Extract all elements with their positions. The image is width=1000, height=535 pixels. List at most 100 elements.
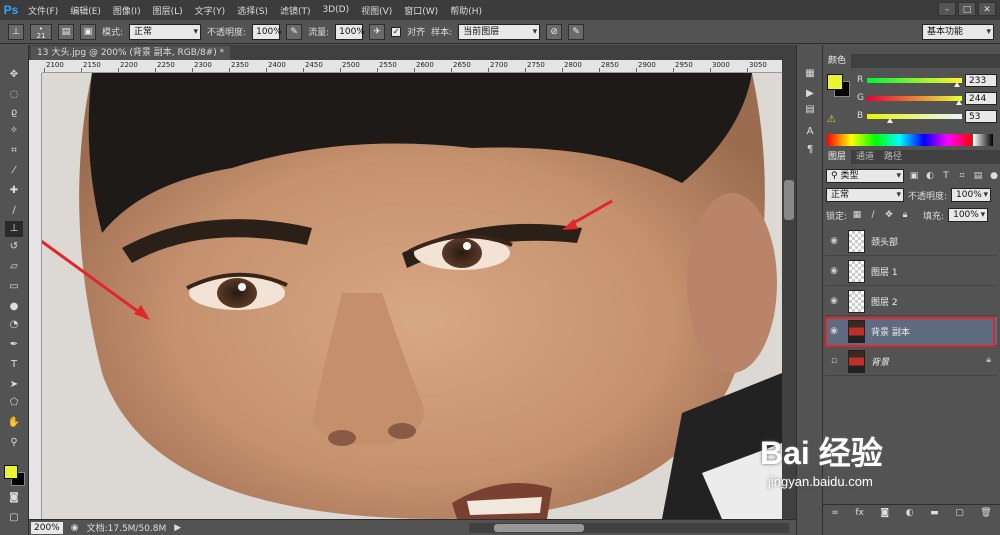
blue-slider-track[interactable] — [867, 114, 962, 119]
filter-type-icon[interactable]: T — [940, 170, 952, 182]
link-icon[interactable]: ∞ — [831, 508, 839, 518]
menu-3d[interactable]: 3D(D) — [316, 5, 355, 15]
ruler-corner[interactable] — [29, 60, 42, 73]
green-slider-thumb[interactable] — [956, 100, 962, 105]
flow-input[interactable]: 100% — [335, 23, 365, 40]
path-select-tool-icon[interactable]: ➤ — [5, 377, 23, 393]
pressure-size-icon[interactable]: ✎ — [568, 23, 585, 40]
filter-pixel-icon[interactable]: ▣ — [908, 170, 920, 182]
visibility-off-icon[interactable]: ▫ — [828, 355, 840, 367]
grayscale-ramp[interactable] — [973, 134, 993, 146]
brush-tool-icon[interactable]: ∕ — [5, 203, 23, 219]
menu-file[interactable]: 文件(F) — [22, 4, 64, 17]
layer-row[interactable]: ◉ 图层 2 — [825, 287, 997, 316]
history-panel-icon[interactable]: ▦ — [803, 67, 817, 81]
menu-window[interactable]: 窗口(W) — [398, 4, 444, 17]
red-slider-thumb[interactable] — [954, 82, 960, 87]
opacity-input[interactable]: 100% — [252, 23, 282, 40]
tab-paths[interactable]: 路径 — [879, 150, 907, 164]
brush-preset-picker[interactable]: • 21 — [30, 23, 52, 40]
menu-select[interactable]: 选择(S) — [231, 4, 274, 17]
eye-icon[interactable]: ◉ — [828, 235, 840, 247]
clone-stamp-tool-icon[interactable]: ⊥ — [8, 23, 24, 40]
menu-help[interactable]: 帮助(H) — [444, 4, 488, 17]
opacity-pressure-icon[interactable]: ✎ — [286, 23, 303, 40]
blend-mode-select[interactable]: 正常 — [826, 188, 904, 202]
shape-tool-icon[interactable]: ⬠ — [5, 395, 23, 411]
fill-input[interactable]: 100% — [948, 208, 989, 222]
filter-smart-icon[interactable]: ▤ — [972, 170, 984, 182]
menu-view[interactable]: 视图(V) — [355, 4, 398, 17]
status-info-icon[interactable]: ◉ — [71, 523, 79, 533]
menu-edit[interactable]: 编辑(E) — [64, 4, 107, 17]
zoom-level[interactable]: 200% — [31, 521, 63, 534]
marquee-tool-icon[interactable]: ◌ — [5, 87, 23, 103]
clone-stamp-tool-icon[interactable]: ⊥ — [5, 221, 23, 237]
filter-shape-icon[interactable]: ⌗ — [956, 170, 968, 182]
tab-channels[interactable]: 通道 — [851, 150, 879, 164]
clone-source-icon[interactable]: ▣ — [80, 23, 96, 40]
tab-layers[interactable]: 图层 — [823, 150, 852, 164]
fx-icon[interactable]: fx — [855, 508, 864, 518]
paragraph-panel-icon[interactable]: ¶ — [803, 143, 817, 157]
trash-icon[interactable]: 🗑︎ — [980, 508, 991, 518]
adjustment-icon[interactable]: ◐ — [906, 508, 914, 518]
menu-filter[interactable]: 滤镜(T) — [274, 4, 317, 17]
tab-color[interactable]: 颜色 — [823, 54, 852, 68]
red-slider-track[interactable] — [867, 78, 962, 83]
eraser-tool-icon[interactable]: ▱ — [5, 259, 23, 275]
vertical-ruler[interactable] — [29, 73, 42, 519]
color-spectrum-bar[interactable] — [827, 134, 972, 146]
lock-image-icon[interactable]: ∕ — [867, 209, 879, 221]
type-tool-icon[interactable]: T — [5, 357, 23, 373]
quick-select-tool-icon[interactable]: ✧ — [5, 123, 23, 139]
filter-adjustment-icon[interactable]: ◐ — [924, 170, 936, 182]
mode-select[interactable]: 正常 — [129, 23, 202, 40]
screen-mode-icon[interactable]: ▢ — [5, 510, 23, 526]
lasso-tool-icon[interactable]: ϱ — [5, 105, 23, 121]
group-icon[interactable]: ▬ — [930, 508, 939, 518]
horizontal-scroll-thumb[interactable] — [494, 524, 584, 532]
document-tab[interactable]: 13 大头.jpg @ 200% (背景 副本, RGB/8#) * — [31, 46, 231, 60]
crop-tool-icon[interactable]: ⌗ — [5, 143, 23, 159]
mask-icon[interactable]: ◙ — [880, 508, 889, 518]
menu-layer[interactable]: 图层(L) — [147, 4, 189, 17]
hand-tool-icon[interactable]: ✋ — [5, 415, 23, 431]
menu-type[interactable]: 文字(Y) — [189, 4, 232, 17]
horizontal-scrollbar[interactable] — [469, 523, 789, 533]
lock-transparent-icon[interactable]: ▦ — [851, 209, 863, 221]
green-value-input[interactable]: 244 — [965, 92, 997, 105]
pen-tool-icon[interactable]: ✒ — [5, 337, 23, 353]
vertical-scroll-thumb[interactable] — [784, 180, 794, 220]
layer-filter-select[interactable]: ⚲ 类型 — [826, 169, 904, 183]
layer-row[interactable]: ▫ 背景 🔒︎ — [825, 347, 997, 376]
eye-icon[interactable]: ◉ — [828, 265, 840, 277]
quick-mask-icon[interactable]: ◙ — [5, 490, 23, 506]
layer-opacity-input[interactable]: 100% — [951, 188, 992, 202]
actions-panel-icon[interactable]: ▶ — [803, 87, 817, 101]
character-panel-icon[interactable]: A — [803, 125, 817, 139]
menu-image[interactable]: 图像(I) — [107, 4, 147, 17]
history-brush-tool-icon[interactable]: ↺ — [5, 239, 23, 255]
gamut-warning-icon[interactable]: ⚠ — [827, 114, 836, 125]
blue-slider-thumb[interactable] — [887, 118, 893, 123]
green-slider-track[interactable] — [867, 96, 962, 101]
lock-all-icon[interactable]: 🔒︎ — [899, 209, 911, 221]
properties-panel-icon[interactable]: ▤ — [803, 103, 817, 117]
airbrush-icon[interactable]: ✈ — [369, 23, 386, 40]
color-panel-foreground-swatch[interactable] — [827, 74, 843, 90]
maximize-button[interactable]: □ — [958, 2, 976, 16]
filter-toggle-icon[interactable]: ● — [988, 170, 1000, 182]
lock-position-icon[interactable]: ✥ — [883, 209, 895, 221]
sample-select[interactable]: 当前图层 — [458, 23, 541, 40]
blue-value-input[interactable]: 53 — [965, 110, 997, 123]
eye-icon[interactable]: ◉ — [828, 295, 840, 307]
foreground-color-swatch[interactable] — [4, 465, 18, 479]
move-tool-icon[interactable]: ✥ — [5, 67, 23, 83]
blur-tool-icon[interactable]: ● — [5, 299, 23, 315]
horizontal-ruler[interactable]: 2100 2150 2200 2250 2300 2350 2400 2450 2500 2550… — [42, 60, 782, 73]
layer-row[interactable]: ◉ 颈头部 — [825, 227, 997, 256]
layer-row[interactable]: ◉ 图层 1 — [825, 257, 997, 286]
workspace-select[interactable]: 基本功能 — [922, 24, 994, 40]
brush-panel-icon[interactable]: ▤ — [58, 23, 74, 40]
